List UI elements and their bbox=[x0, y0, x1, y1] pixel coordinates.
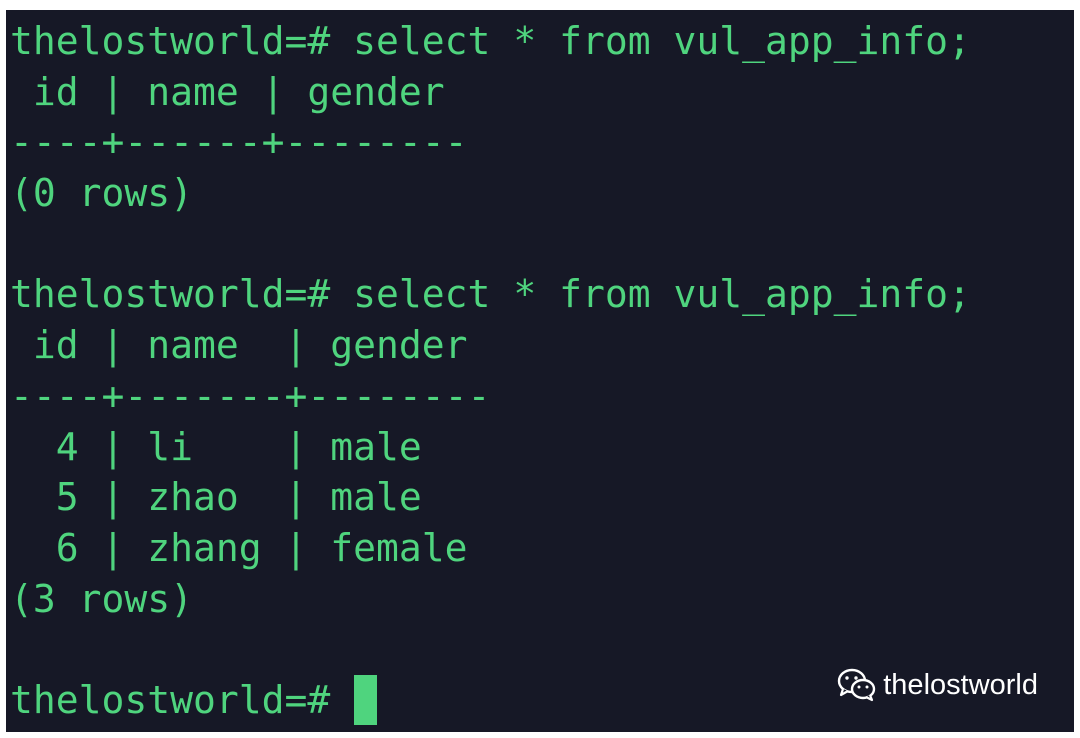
command-line: thelostworld=# select * from vul_app_inf… bbox=[10, 19, 971, 63]
table-row: 5 | zhao | male bbox=[10, 475, 422, 520]
row-count: (3 rows) bbox=[10, 576, 194, 621]
table-header: id | name | gender bbox=[10, 323, 468, 368]
table-row: 4 | li | male bbox=[10, 424, 422, 469]
table-separator: ----+-------+-------- bbox=[10, 373, 491, 418]
table-header: id | name | gender bbox=[10, 69, 445, 114]
prompt-text: thelostworld=# bbox=[10, 677, 354, 722]
watermark-text: thelostworld bbox=[883, 668, 1038, 701]
table-separator: ----+------+-------- bbox=[10, 120, 468, 165]
command-line: thelostworld=# select * from vul_app_inf… bbox=[10, 272, 971, 317]
wechat-icon bbox=[838, 668, 876, 702]
text-cursor bbox=[354, 675, 378, 726]
row-count: (0 rows) bbox=[10, 171, 194, 216]
terminal-window[interactable]: thelostworld=# select * from vul_app_inf… bbox=[6, 10, 1074, 732]
watermark: thelostworld bbox=[837, 668, 1038, 702]
table-row: 6 | zhang | female bbox=[10, 525, 468, 570]
